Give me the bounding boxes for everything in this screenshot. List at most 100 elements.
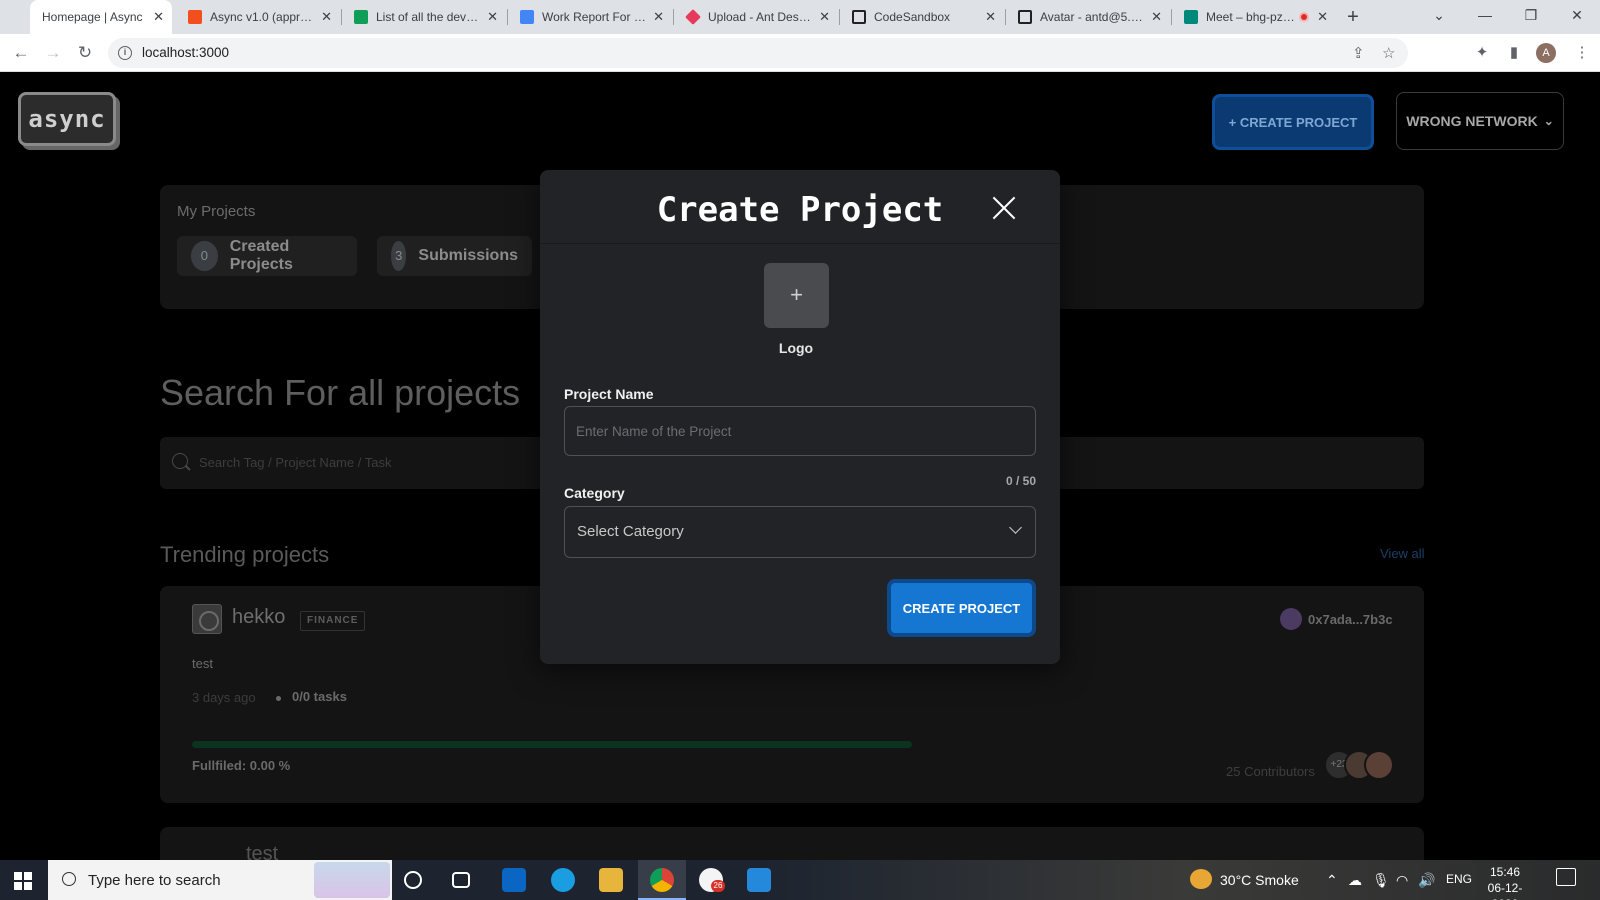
site-info-icon[interactable]: i [118, 46, 132, 60]
address-bar: ← → ↻ i localhost:3000 ⇪ ☆ ✦ ▮ A ⋮ [0, 34, 1600, 72]
project-age: 3 days ago [192, 690, 256, 705]
submissions-tab[interactable]: 3 Submissions [377, 236, 532, 276]
tab-label: CodeSandbox [874, 10, 951, 24]
vscode-icon[interactable] [747, 868, 771, 892]
created-projects-tab[interactable]: 0 Created Projects [177, 236, 357, 276]
tab-sheets[interactable]: List of all the developers ✕ [342, 0, 506, 34]
language-indicator[interactable]: ENG [1446, 872, 1472, 886]
tab-codesandbox[interactable]: CodeSandbox ✕ [840, 0, 1004, 34]
windows-start-icon[interactable] [14, 872, 32, 890]
onedrive-icon[interactable]: ☁ [1348, 872, 1362, 889]
sheets-icon [354, 10, 368, 24]
task-view-icon[interactable] [452, 872, 470, 888]
url-field[interactable]: i localhost:3000 ⇪ ☆ [108, 38, 1408, 68]
tab-figma[interactable]: Async v1.0 (approved) ✕ [176, 0, 340, 34]
cortana-icon[interactable] [404, 871, 422, 889]
close-icon[interactable]: ✕ [321, 9, 332, 25]
modal-header: Create Project [540, 170, 1060, 244]
ant-design-icon [685, 9, 701, 25]
view-all-link[interactable]: View all [1380, 546, 1425, 561]
share-icon[interactable]: ⇪ [1352, 44, 1365, 62]
tab-docs[interactable]: Work Report For November ✕ [508, 0, 672, 34]
logo-label: Logo [778, 340, 814, 356]
tab-label: Async v1.0 (approved) [210, 10, 315, 24]
category-select-value: Select Category [577, 523, 684, 540]
system-clock[interactable]: 15:46 06-12-2022 [1475, 864, 1535, 900]
tab-label: Homepage | Async [42, 10, 143, 24]
tab-homepage[interactable]: Homepage | Async ✕ [30, 0, 172, 34]
browser-tab-strip: Homepage | Async ✕ Async v1.0 (approved)… [0, 0, 1600, 34]
notifications-icon[interactable] [1556, 868, 1576, 886]
weather-icon [1190, 869, 1212, 889]
forward-icon[interactable]: → [40, 40, 66, 66]
my-projects-title: My Projects [177, 203, 256, 220]
reload-icon[interactable]: ↻ [72, 40, 98, 66]
url-text: localhost:3000 [142, 45, 230, 60]
file-explorer-icon[interactable] [599, 868, 623, 892]
close-icon[interactable]: ✕ [487, 9, 498, 25]
category-select[interactable]: Select Category [564, 506, 1036, 558]
docs-icon [520, 10, 534, 24]
logo-upload-button[interactable]: + [764, 263, 829, 328]
owner-info[interactable]: 0x7ada...7b3c [1280, 608, 1393, 630]
category-tag: FINANCE [300, 611, 366, 631]
async-logo[interactable]: async [18, 92, 116, 146]
network-dropdown[interactable]: WRONG NETWORK ⌄ [1396, 92, 1564, 150]
tab-ant-design[interactable]: Upload - Ant Design ✕ [674, 0, 838, 34]
close-icon[interactable]: ✕ [985, 9, 996, 25]
project-description: test [192, 656, 213, 671]
separator-dot [276, 696, 281, 701]
restore-icon[interactable]: ❐ [1508, 0, 1554, 34]
app-page: async + CREATE PROJECT WRONG NETWORK ⌄ M… [0, 72, 1600, 860]
bookmark-star-icon[interactable]: ☆ [1382, 44, 1395, 62]
close-icon[interactable]: ✕ [1317, 9, 1328, 25]
chrome-icon[interactable] [650, 868, 674, 892]
tab-label: List of all the developers [376, 10, 481, 24]
side-panel-icon[interactable]: ▮ [1504, 43, 1524, 63]
edge-icon[interactable] [551, 868, 575, 892]
search-highlight-image [314, 862, 390, 898]
fulfilled-text: Fullfiled: 0.00 % [192, 758, 291, 773]
minimize-icon[interactable]: — [1462, 0, 1508, 34]
owner-avatar [1280, 608, 1302, 630]
meet-icon [1184, 10, 1198, 24]
menu-kebab-icon[interactable]: ⋮ [1572, 43, 1592, 63]
tab-meet[interactable]: Meet – bhg-pzqk-xyz ✕ [1172, 0, 1336, 34]
window-close-icon[interactable]: ✕ [1554, 0, 1600, 34]
taskbar-search-box[interactable]: Type here to search [48, 860, 392, 900]
windows-taskbar: Type here to search 26 30°C Smoke ⌃ ☁ 🎙 … [0, 860, 1600, 900]
clock-time: 15:46 [1489, 865, 1521, 879]
extensions-icon[interactable]: ✦ [1472, 43, 1492, 63]
project-name-label: Project Name [564, 386, 654, 402]
close-icon[interactable]: ✕ [819, 9, 830, 25]
weather-text[interactable]: 30°C Smoke [1220, 872, 1299, 888]
tab-avatar[interactable]: Avatar - antd@5.0.0 ✕ [1006, 0, 1170, 34]
header-create-project-button[interactable]: + CREATE PROJECT [1212, 94, 1374, 150]
project-name-input[interactable] [564, 406, 1036, 456]
chrome-profile-icon[interactable]: 26 [699, 868, 725, 892]
create-project-submit-button[interactable]: CREATE PROJECT [887, 579, 1036, 637]
back-icon[interactable]: ← [8, 40, 34, 66]
tab-label: Upload - Ant Design [708, 10, 814, 24]
store-icon[interactable] [502, 868, 526, 892]
chevron-down-icon [1009, 521, 1022, 534]
close-icon[interactable]: ✕ [153, 9, 164, 25]
volume-icon[interactable]: 🔊 [1418, 872, 1435, 889]
count-badge: 3 [391, 241, 407, 271]
owner-address: 0x7ada...7b3c [1308, 611, 1393, 627]
tab-label: Work Report For November [542, 10, 647, 24]
wifi-icon[interactable]: ◠ [1396, 872, 1408, 889]
show-hidden-icons[interactable]: ⌃ [1326, 872, 1338, 889]
profile-avatar[interactable]: A [1536, 43, 1556, 63]
project-name: hekko [232, 606, 286, 628]
close-icon[interactable] [990, 194, 1018, 222]
project-name: test [246, 843, 279, 860]
tab-search-icon[interactable]: ⌄ [1416, 0, 1462, 34]
tab-label: Created Projects [229, 238, 293, 273]
project-card[interactable]: test [160, 827, 1424, 860]
search-heading: Search For all projects [160, 372, 521, 413]
new-tab-button[interactable]: + [1340, 4, 1366, 30]
microphone-icon[interactable]: 🎙 [1372, 872, 1390, 889]
close-icon[interactable]: ✕ [1151, 9, 1162, 25]
close-icon[interactable]: ✕ [653, 9, 664, 25]
